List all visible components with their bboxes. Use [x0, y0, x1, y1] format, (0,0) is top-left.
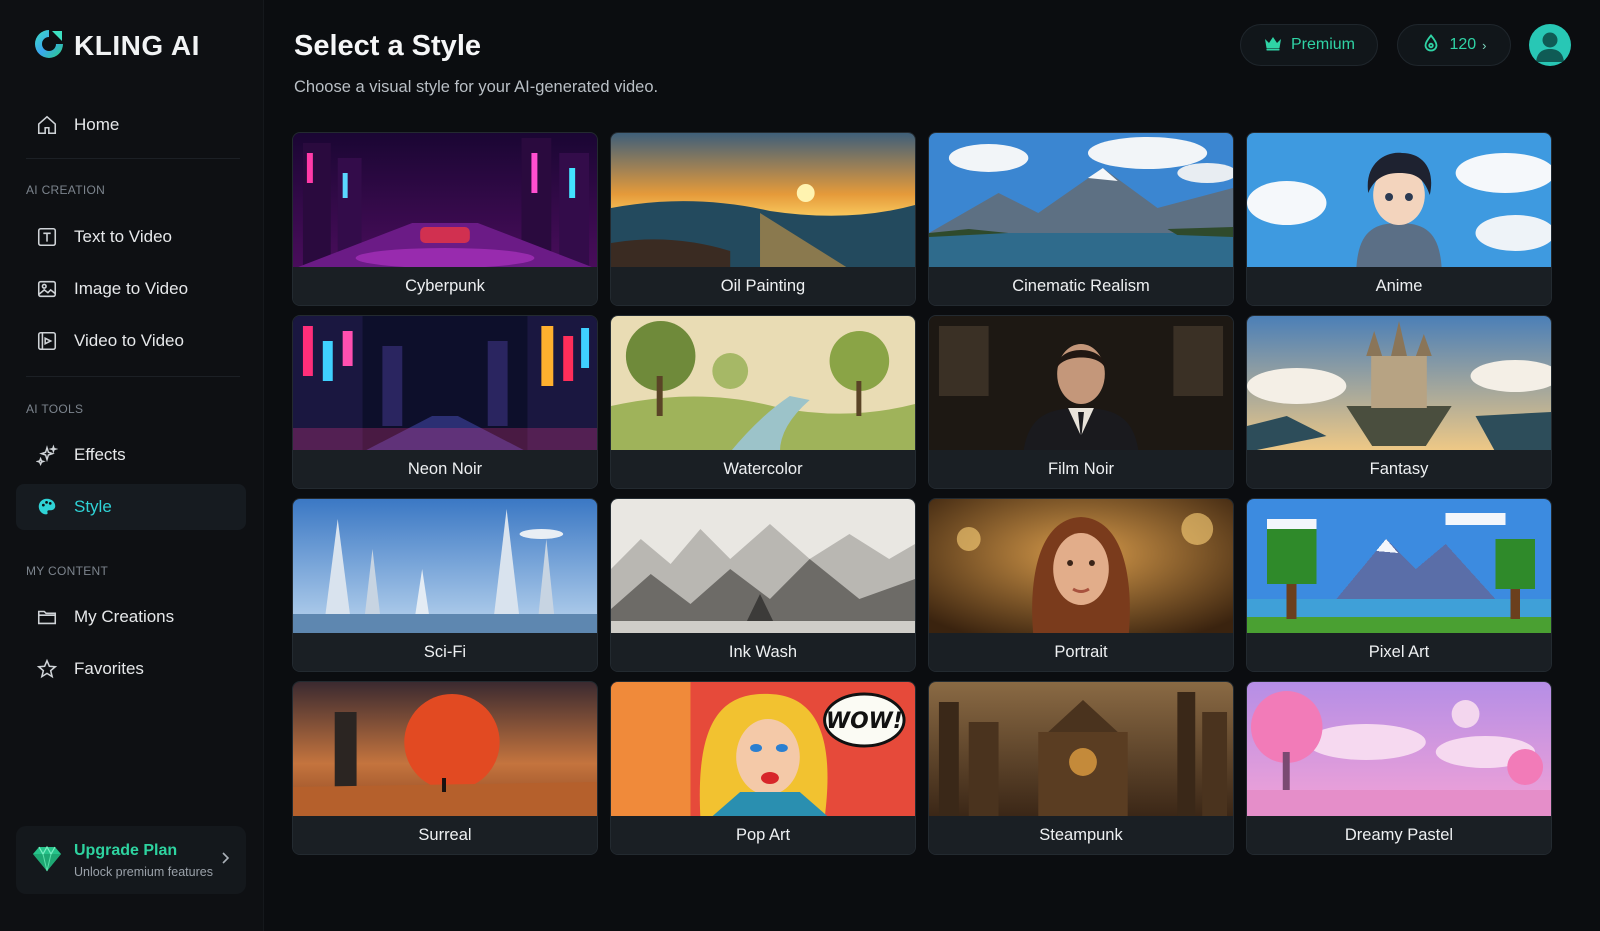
style-thumbnail — [611, 499, 915, 635]
style-card-label: Film Noir — [929, 450, 1233, 488]
style-thumbnail — [1247, 316, 1551, 452]
sidebar-item-favorites[interactable]: Favorites — [16, 646, 246, 692]
home-icon — [36, 114, 58, 136]
sidebar-item-home[interactable]: Home — [16, 102, 246, 148]
style-thumbnail — [929, 499, 1233, 635]
drop-icon — [1421, 33, 1449, 58]
style-card-surreal[interactable]: Surreal — [292, 681, 598, 855]
style-card-dreamy-pastel[interactable]: Dreamy Pastel — [1246, 681, 1552, 855]
style-card-label: Oil Painting — [611, 267, 915, 305]
style-card-label: Anime — [1247, 267, 1551, 305]
logo[interactable]: KLING AI — [32, 26, 200, 66]
style-card-cinematic-realism[interactable]: Cinematic Realism — [928, 132, 1234, 306]
sidebar-item-label: My Creations — [74, 607, 175, 626]
style-thumbnail: WOW! — [611, 682, 915, 818]
style-card-label: Fantasy — [1247, 450, 1551, 488]
star-icon — [36, 658, 58, 680]
page-title: Select a Style — [294, 30, 481, 62]
app-name: KLING AI — [74, 30, 200, 61]
sidebar-item-style[interactable]: Style — [16, 484, 246, 530]
sidebar-item-effects[interactable]: Effects — [16, 432, 246, 478]
image-icon — [36, 278, 58, 300]
avatar[interactable] — [1529, 24, 1571, 66]
style-card-label: Dreamy Pastel — [1247, 816, 1551, 854]
style-card-label: Surreal — [293, 816, 597, 854]
style-grid: Cyberpunk Oil Painting Cinematic Realism… — [292, 132, 1556, 872]
style-card-label: Ink Wash — [611, 633, 915, 671]
style-thumbnail — [611, 133, 915, 269]
sidebar-item-label: Style — [74, 497, 112, 516]
style-card-neon-noir[interactable]: Neon Noir — [292, 315, 598, 489]
style-thumbnail — [929, 133, 1233, 269]
sparkles-icon — [36, 444, 58, 466]
style-card-pop-art[interactable]: WOW! Pop Art — [610, 681, 916, 855]
premium-label: Premium — [1290, 36, 1355, 53]
sidebar-item-text-to-video[interactable]: Text to Video — [16, 214, 246, 260]
sidebar-item-label: Favorites — [74, 659, 144, 678]
upgrade-title: Upgrade Plan — [74, 841, 178, 859]
folder-icon — [36, 606, 58, 628]
style-thumbnail — [929, 316, 1233, 452]
sidebar: KLING AI Home AI CREATION Text to Video … — [0, 0, 264, 931]
style-card-label: Watercolor — [611, 450, 915, 488]
sidebar-item-label: Text to Video — [74, 227, 172, 246]
sidebar-item-my-creations[interactable]: My Creations — [16, 594, 246, 640]
style-card-label: Sci-Fi — [293, 633, 597, 671]
section-label-ai-creation: AI CREATION — [26, 183, 106, 197]
style-card-label: Pixel Art — [1247, 633, 1551, 671]
style-card-label: Neon Noir — [293, 450, 597, 488]
credits-count: 120 — [1449, 36, 1477, 53]
style-thumbnail — [293, 499, 597, 635]
style-card-pixel-art[interactable]: Pixel Art — [1246, 498, 1552, 672]
style-card-ink-wash[interactable]: Ink Wash — [610, 498, 916, 672]
premium-button[interactable]: Premium — [1240, 24, 1378, 66]
style-thumbnail — [1247, 133, 1551, 269]
style-thumbnail — [611, 316, 915, 452]
style-card-label: Portrait — [929, 633, 1233, 671]
palette-icon — [36, 496, 58, 518]
sidebar-item-label: Home — [74, 115, 120, 134]
style-thumbnail — [1247, 682, 1551, 818]
style-card-label: Steampunk — [929, 816, 1233, 854]
kling-logo-icon — [32, 27, 66, 66]
style-thumbnail — [293, 682, 597, 818]
credits-button[interactable]: 120 › — [1397, 24, 1511, 66]
gem-icon — [30, 841, 74, 880]
divider — [26, 158, 240, 159]
style-card-anime[interactable]: Anime — [1246, 132, 1552, 306]
divider — [26, 376, 240, 377]
style-card-cyberpunk[interactable]: Cyberpunk — [292, 132, 598, 306]
upgrade-subtitle: Unlock premium features — [74, 864, 213, 879]
style-card-fantasy[interactable]: Fantasy — [1246, 315, 1552, 489]
section-label-my-content: MY CONTENT — [26, 564, 109, 578]
style-thumbnail — [1247, 499, 1551, 635]
style-card-portrait[interactable]: Portrait — [928, 498, 1234, 672]
style-thumbnail — [929, 682, 1233, 818]
sidebar-item-label: Effects — [74, 445, 126, 464]
style-thumbnail — [293, 316, 597, 452]
chevron-right-icon: › — [1482, 37, 1487, 53]
style-card-label: Cyberpunk — [293, 267, 597, 305]
svg-text:WOW!: WOW! — [826, 709, 903, 734]
style-card-oil-painting[interactable]: Oil Painting — [610, 132, 916, 306]
section-label-ai-tools: AI TOOLS — [26, 402, 84, 416]
page-subtitle: Choose a visual style for your AI-genera… — [294, 78, 659, 96]
sidebar-item-video-to-video[interactable]: Video to Video — [16, 318, 246, 364]
sidebar-item-label: Video to Video — [74, 331, 184, 350]
style-card-watercolor[interactable]: Watercolor — [610, 315, 916, 489]
style-card-film-noir[interactable]: Film Noir — [928, 315, 1234, 489]
upgrade-plan-card[interactable]: Upgrade Plan Unlock premium features — [16, 826, 246, 894]
style-thumbnail — [293, 133, 597, 269]
sidebar-item-image-to-video[interactable]: Image to Video — [16, 266, 246, 312]
style-card-label: Pop Art — [611, 816, 915, 854]
crown-icon — [1263, 33, 1291, 58]
sidebar-item-label: Image to Video — [74, 279, 189, 298]
style-card-steampunk[interactable]: Steampunk — [928, 681, 1234, 855]
text-box-icon — [36, 226, 58, 248]
style-card-label: Cinematic Realism — [929, 267, 1233, 305]
style-card-sci-fi[interactable]: Sci-Fi — [292, 498, 598, 672]
video-icon — [36, 330, 58, 352]
